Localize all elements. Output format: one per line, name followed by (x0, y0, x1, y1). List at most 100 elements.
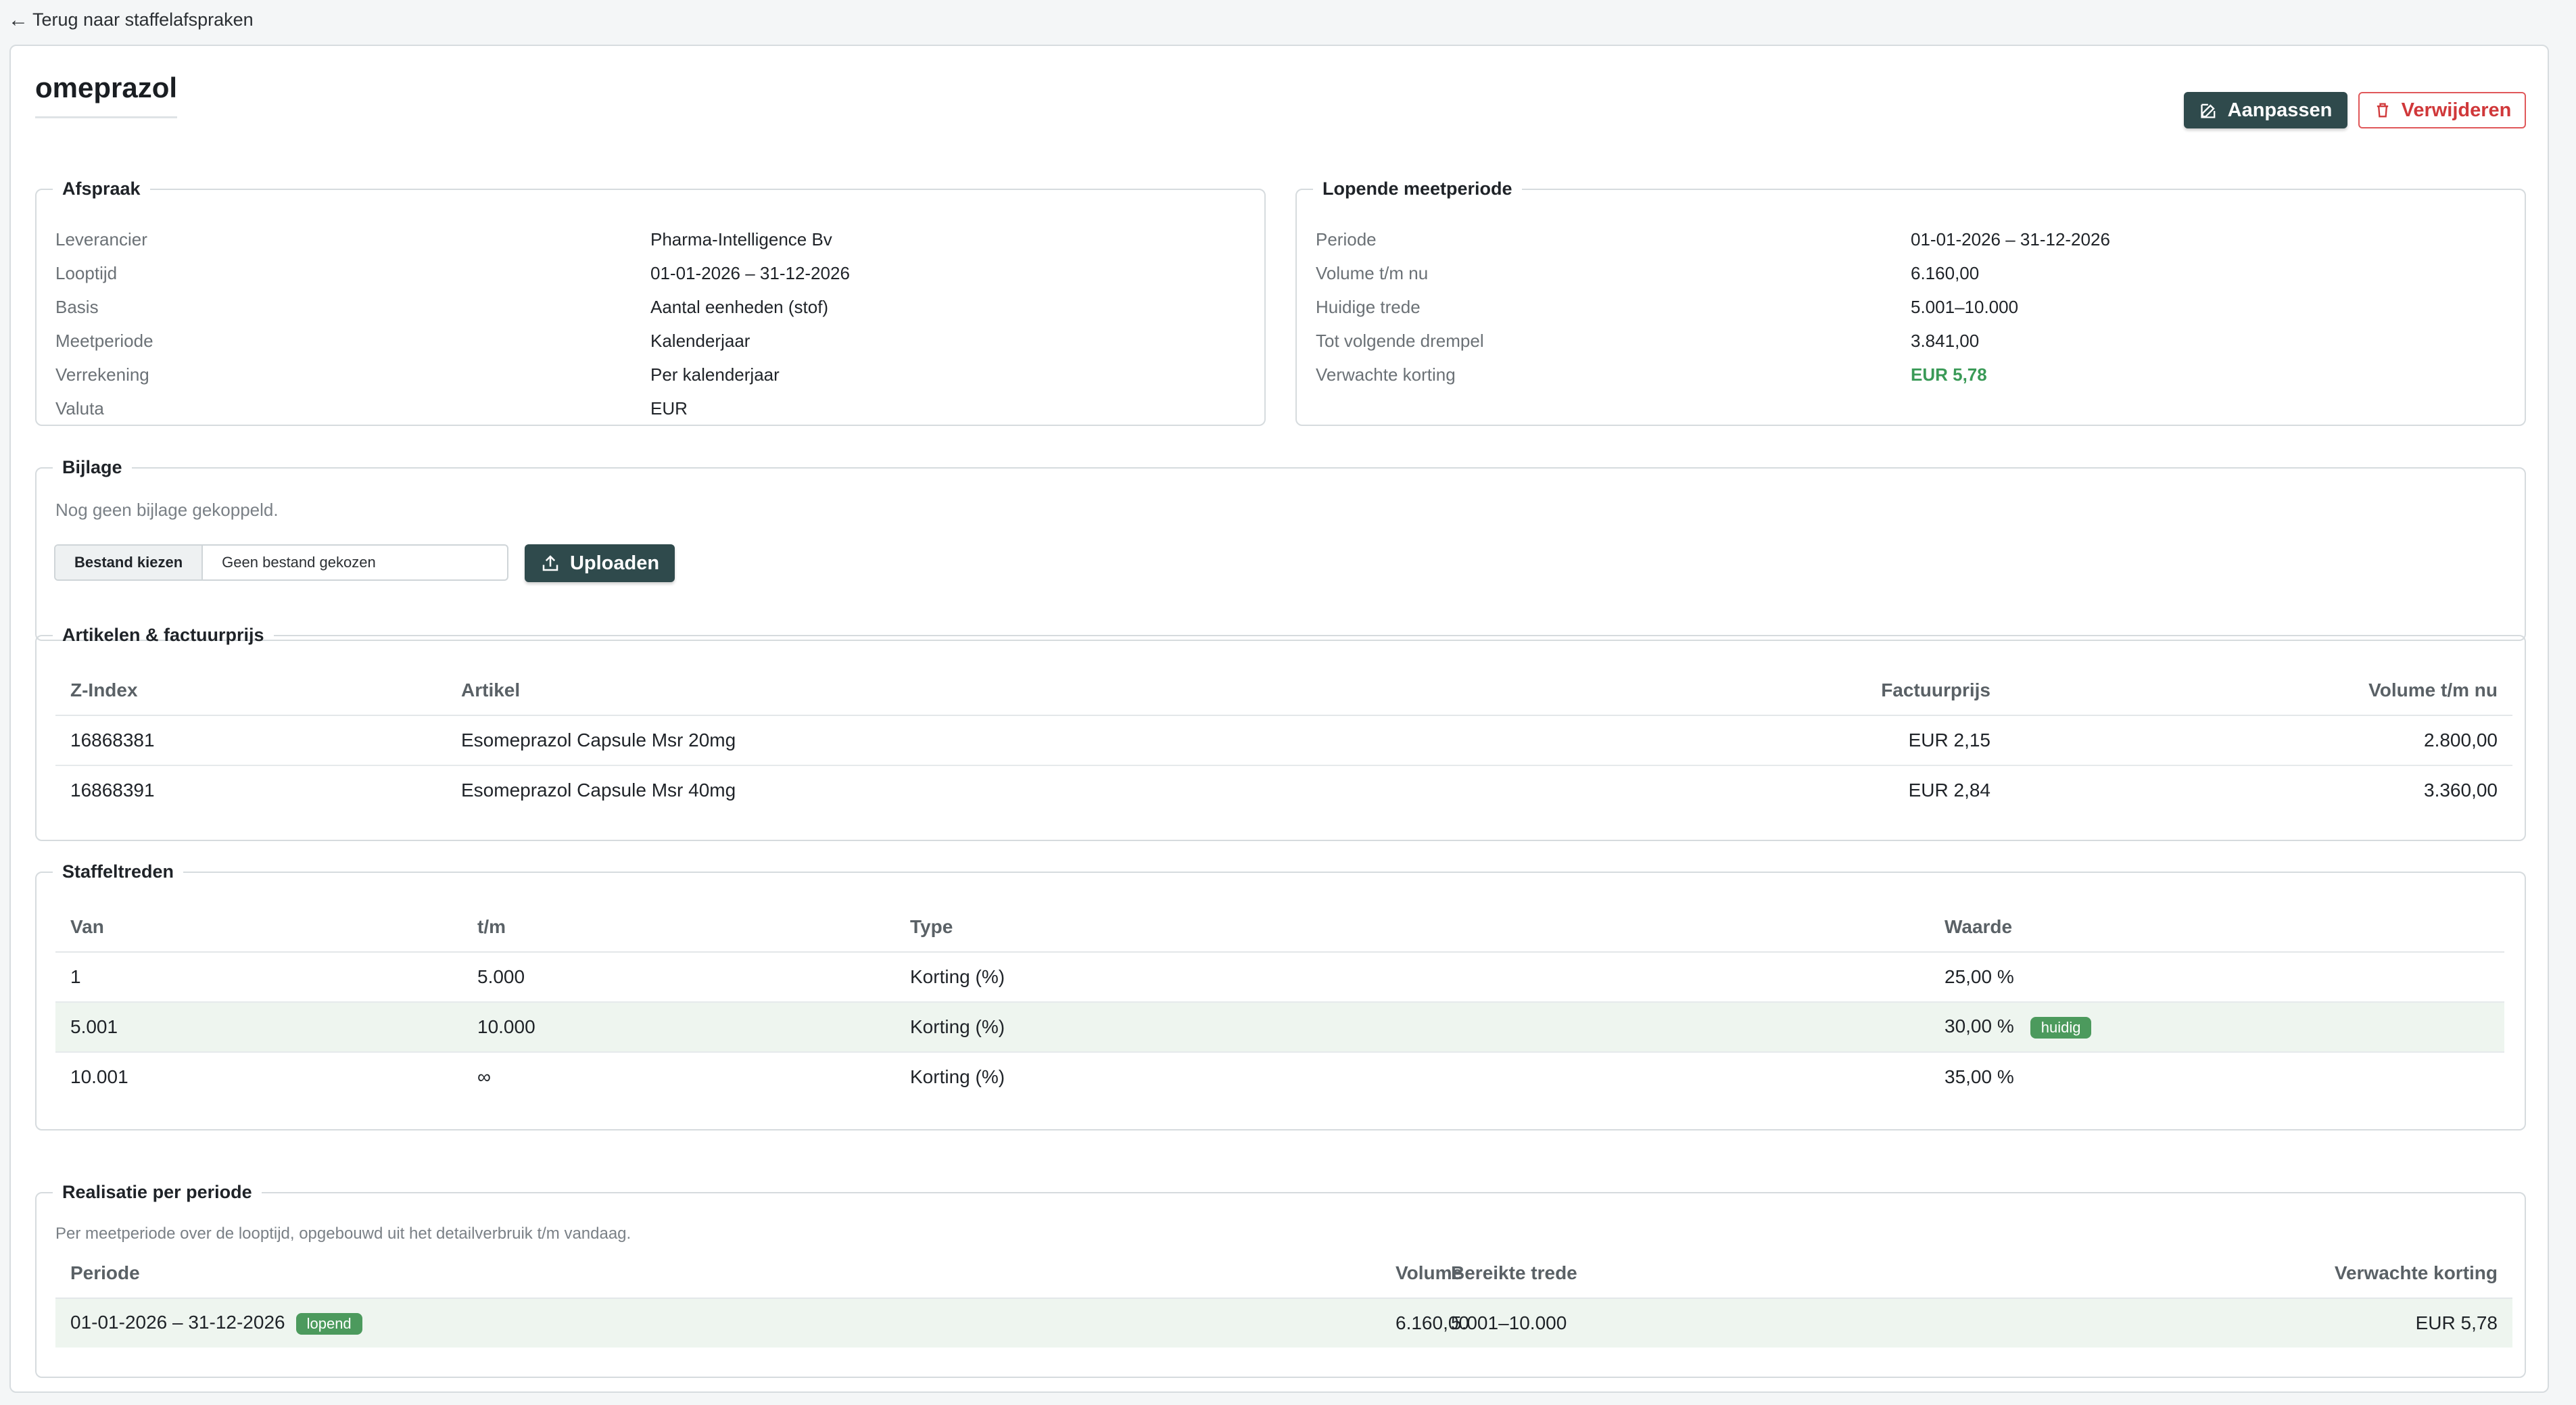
table-row: 1 5.000 Korting (%) 25,00 % (55, 952, 2504, 1003)
table-row: 16868391 Esomeprazol Capsule Msr 40mg EU… (55, 765, 2512, 815)
status-badge: lopend (295, 1312, 362, 1335)
choose-file-button[interactable]: Bestand kiezen (55, 546, 204, 579)
col-type: Type (895, 903, 1930, 953)
afspraak-key: Basis (55, 296, 99, 317)
col-volume: Volume t/m nu (2005, 666, 2512, 716)
meetperiode-value: 01-01-2026 – 31-12-2026 (1911, 229, 2110, 249)
meetperiode-key: Tot volgende drempel (1316, 330, 1484, 351)
bijlage-section: Bijlage Nog geen bijlage gekoppeld. Best… (35, 457, 2526, 641)
cell-volume: 3.360,00 (2424, 780, 2498, 801)
cell-volume: 2.800,00 (2005, 715, 2512, 766)
afspraak-key: Leverancier (55, 229, 147, 249)
edit-button[interactable]: Aanpassen (2184, 92, 2347, 128)
cell-waarde: 25,00 % (1930, 952, 2504, 1003)
afspraak-value: Kalenderjaar (650, 330, 750, 351)
col-volume: Volume (1381, 1249, 1462, 1299)
afspraak-value: Pharma-Intelligence Bv (650, 229, 832, 249)
table-row: 10.001 ∞ Korting (%) 35,00 % (55, 1052, 2504, 1101)
bijlage-note: Nog geen bijlage gekoppeld. (55, 500, 279, 520)
cell-volume: 6.160,00 (1381, 1298, 1469, 1348)
table-row: 01-01-2026 – 31-12-2026 lopend 6.160,00 5… (55, 1298, 2512, 1348)
cell-periode: 01-01-2026 – 31-12-2026 lopend (55, 1298, 1381, 1348)
expected-discount-value: EUR 5,78 (1911, 364, 1987, 385)
afspraak-key: Meetperiode (55, 330, 153, 351)
meetperiode-list: Periode 01-01-2026 – 31-12-2026 Volume t/… (1316, 222, 2511, 391)
staffel-section: Staffeltreden Van t/m Type Waarde 1 5.00… (35, 861, 2526, 1130)
col-verwachte-korting: Verwachte korting (2112, 1249, 2512, 1299)
cell-van: 5.001 (55, 1002, 462, 1053)
detail-card: omeprazol Aanpassen Verwijderen Afspraak… (9, 45, 2549, 1393)
afspraak-key: Verrekening (55, 364, 149, 385)
delete-button-label: Verwijderen (2401, 99, 2512, 121)
edit-icon (2200, 103, 2215, 118)
meetperiode-section: Lopende meetperiode Periode 01-01-2026 – … (1295, 178, 2526, 426)
table-row: 16868381 Esomeprazol Capsule Msr 20mg EU… (55, 715, 2512, 766)
col-waarde: Waarde (1930, 903, 2504, 953)
realisatie-note: Per meetperiode over de looptijd, opgebo… (55, 1224, 631, 1243)
afspraak-list: Leverancier Pharma-Intelligence Bv Loopti… (55, 222, 1251, 425)
afspraak-value: EUR (650, 398, 688, 419)
trash-icon (2377, 103, 2388, 118)
upload-button-label: Uploaden (569, 552, 660, 574)
cell-artikel: Esomeprazol Capsule Msr 40mg (461, 780, 736, 801)
cell-van: 1 (55, 952, 462, 1003)
col-artikel: Artikel (446, 666, 1528, 716)
afspraak-value: Per kalenderjaar (650, 364, 780, 385)
cell-tm: ∞ (477, 1066, 491, 1087)
file-name-label: Geen bestand gekozen (222, 554, 376, 571)
artikelen-section: Artikelen & factuurprijs Z-Index Artikel… (35, 625, 2526, 841)
back-link[interactable]: ← Terug naar staffelafspraken (8, 9, 254, 30)
upload-icon (542, 555, 558, 571)
cell-tm: 10.000 (462, 1002, 895, 1053)
cell-tm: 5.000 (462, 952, 895, 1003)
cell-waarde-value: 30,00 % (1945, 1016, 2014, 1037)
artikelen-legend: Artikelen & factuurprijs (62, 625, 264, 645)
cell-z-index: 16868381 (55, 715, 446, 766)
cell-factuurprijs: EUR 2,84 (1908, 780, 1990, 801)
meetperiode-value: 6.160,00 (1911, 262, 1980, 283)
cell-artikel: Esomeprazol Capsule Msr 20mg (446, 715, 1528, 766)
afspraak-key: Valuta (55, 398, 104, 419)
col-factuurprijs: Factuurprijs (1528, 666, 2005, 716)
staffel-legend: Staffeltreden (62, 861, 174, 882)
cell-type: Korting (%) (895, 1002, 1930, 1053)
afspraak-legend: Afspraak (62, 178, 141, 199)
cell-van: 10.001 (70, 1066, 128, 1087)
cell-type: Korting (%) (910, 1066, 1005, 1087)
cell-factuurprijs: EUR 2,15 (1528, 715, 2005, 766)
realisatie-table: Periode Volume Bereikte trede Verwachte … (55, 1249, 2512, 1348)
file-input[interactable]: Bestand kiezen Geen bestand gekozen (54, 544, 508, 581)
back-link-label: Terug naar staffelafspraken (32, 9, 254, 30)
realisatie-section: Realisatie per periode Per meetperiode o… (35, 1182, 2526, 1378)
meetperiode-value: 3.841,00 (1911, 330, 1980, 351)
staffel-table: Van t/m Type Waarde 1 5.000 Korting (%) … (55, 903, 2504, 1101)
afspraak-section: Afspraak Leverancier Pharma-Intelligence … (35, 178, 1266, 426)
current-badge: huidig (2030, 1016, 2092, 1039)
delete-button[interactable]: Verwijderen (2358, 92, 2526, 128)
col-bereikte-trede: Bereikte trede (1436, 1249, 2112, 1299)
cell-bereikte-trede: 5.001–10.000 (1436, 1298, 2112, 1348)
cell-waarde: 30,00 % huidig (1930, 1002, 2504, 1053)
bijlage-legend: Bijlage (62, 457, 122, 477)
meetperiode-legend: Lopende meetperiode (1322, 178, 1512, 199)
arrow-left-icon: ← (8, 8, 28, 31)
col-z-index: Z-Index (55, 666, 446, 716)
upload-button[interactable]: Uploaden (525, 544, 675, 582)
meetperiode-key: Verwachte korting (1316, 364, 1456, 385)
page-title: omeprazol (35, 72, 177, 118)
meetperiode-key: Periode (1316, 229, 1377, 249)
afspraak-key: Looptijd (55, 262, 118, 283)
meetperiode-key: Huidige trede (1316, 296, 1421, 317)
meetperiode-key: Volume t/m nu (1316, 262, 1429, 283)
col-periode: Periode (55, 1249, 1381, 1299)
meetperiode-value: 5.001–10.000 (1911, 296, 2019, 317)
cell-verwachte-korting: EUR 5,78 (2112, 1298, 2512, 1348)
cell-z-index: 16868391 (70, 780, 155, 801)
afspraak-value: Aantal eenheden (stof) (650, 296, 829, 317)
realisatie-legend: Realisatie per periode (62, 1182, 252, 1202)
cell-waarde: 35,00 % (1945, 1066, 2014, 1087)
table-row-current: 5.001 10.000 Korting (%) 30,00 % huidig (55, 1002, 2504, 1053)
col-tm: t/m (462, 903, 895, 953)
afspraak-value: 01-01-2026 – 31-12-2026 (650, 262, 850, 283)
edit-button-label: Aanpassen (2227, 99, 2333, 121)
